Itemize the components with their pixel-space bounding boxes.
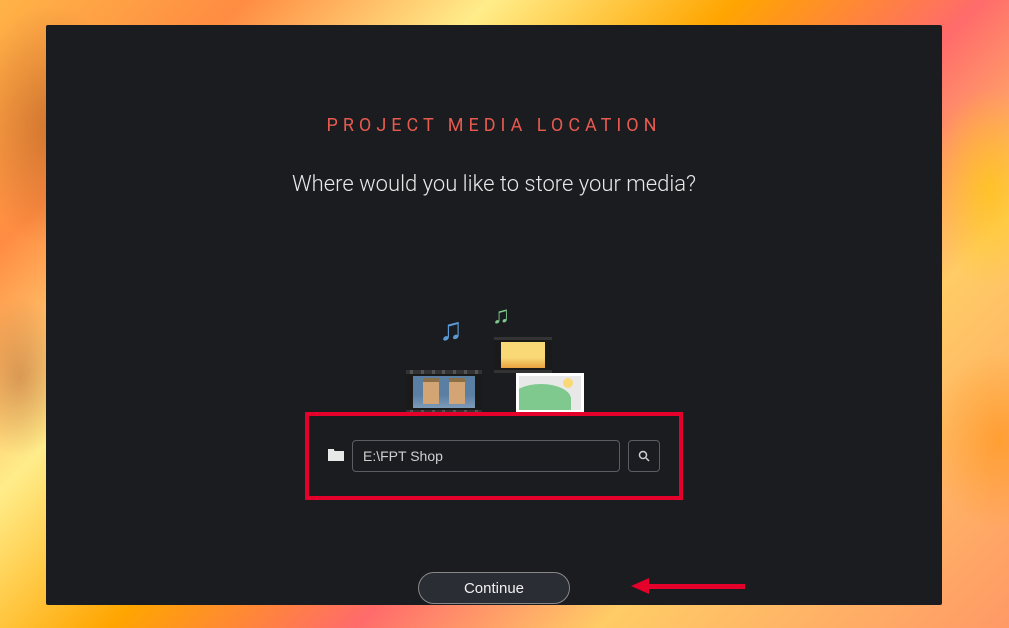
folder-icon	[328, 447, 344, 466]
search-icon	[638, 450, 650, 462]
annotation-arrow	[631, 578, 745, 594]
dialog-title: PROJECT MEDIA LOCATION	[326, 115, 661, 136]
media-illustration: ♫ ♫	[324, 305, 664, 415]
path-input-highlight-box	[305, 412, 683, 500]
film-clip-icon	[494, 337, 552, 373]
browse-button[interactable]	[628, 440, 660, 472]
project-media-location-dialog: PROJECT MEDIA LOCATION Where would you l…	[46, 25, 942, 605]
continue-button[interactable]: Continue	[418, 572, 570, 604]
music-note-icon: ♫	[439, 310, 463, 348]
film-clip-icon	[406, 370, 482, 414]
media-path-input[interactable]	[352, 440, 620, 472]
dialog-subtitle: Where would you like to store your media…	[292, 172, 696, 197]
photo-icon	[516, 373, 584, 413]
music-note-icon: ♫	[492, 301, 510, 330]
